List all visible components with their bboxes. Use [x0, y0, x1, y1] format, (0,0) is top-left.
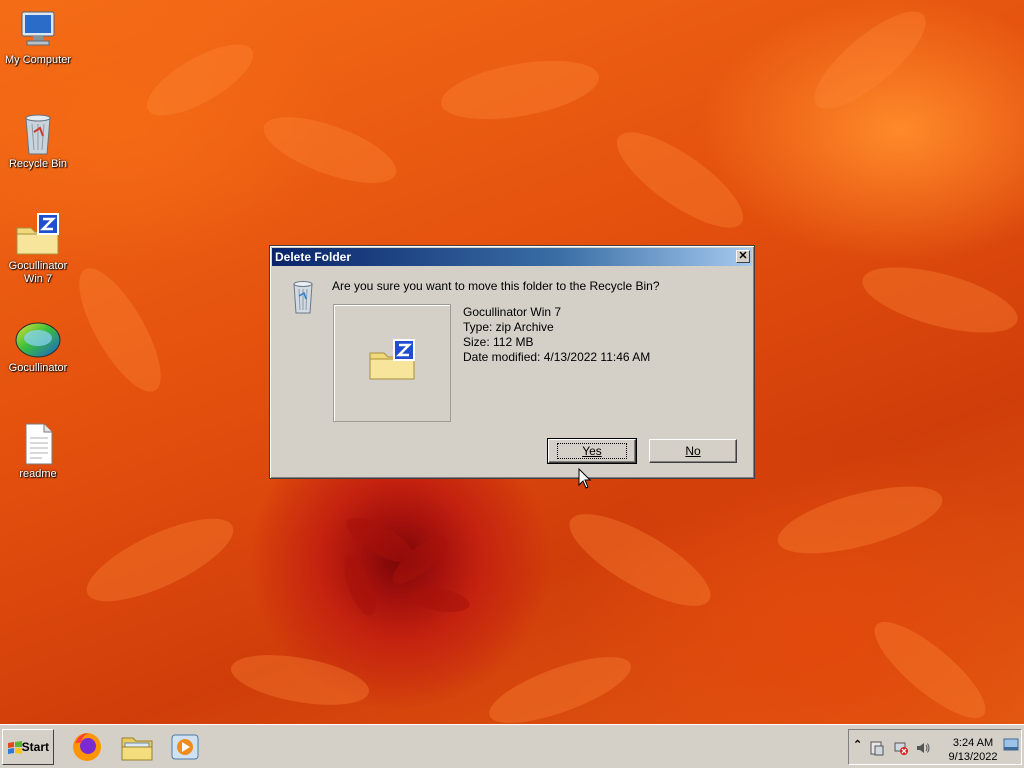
yes-button-label: Yes: [582, 444, 602, 458]
file-explorer-icon: [121, 737, 153, 761]
clock-date: 9/13/2022: [948, 751, 998, 763]
clock[interactable]: 3:24 AM 9/13/2022: [945, 736, 1001, 764]
close-button[interactable]: ✕: [736, 250, 750, 263]
file-type: Type: zip Archive: [463, 320, 554, 334]
recycle-bin-icon: [293, 281, 313, 314]
desktop-icon-my-computer[interactable]: My Computer: [0, 8, 76, 67]
file-info: Gocullinator Win 7 Type: zip Archive Siz…: [463, 305, 650, 365]
taskbar-file-explorer[interactable]: [120, 730, 154, 764]
mouse-cursor-icon: [578, 468, 592, 489]
desktop-icon-label: My Computer: [4, 54, 72, 66]
desktop-icon-label: readme: [19, 468, 57, 480]
file-preview-box: [333, 304, 451, 422]
show-desktop-icon[interactable]: [1003, 738, 1019, 752]
my-computer-icon: [21, 11, 55, 46]
zip-folder-icon: [16, 213, 59, 255]
volume-icon[interactable]: [915, 740, 931, 756]
taskbar: Start ⌃ 3:24 AM 9/13/2022: [0, 724, 1024, 768]
zip-folder-icon: [369, 339, 415, 380]
file-name: Gocullinator Win 7: [463, 305, 562, 319]
file-size: Size: 112 MB: [463, 335, 534, 349]
network-disconnected-icon[interactable]: [893, 740, 909, 756]
no-button[interactable]: No: [649, 439, 737, 463]
firefox-icon: [73, 733, 101, 761]
show-hidden-icons-button[interactable]: ⌃: [853, 738, 862, 751]
desktop-icon-gocullinator[interactable]: Gocullinator: [0, 318, 76, 375]
media-player-icon: [171, 734, 199, 760]
desktop-icon-readme[interactable]: readme: [0, 422, 76, 481]
desktop-icon-recycle-bin[interactable]: Recycle Bin: [0, 110, 76, 171]
dialog-title-bar[interactable]: Delete Folder ✕: [272, 248, 752, 266]
delete-folder-dialog: Delete Folder ✕ Are you sure you want to…: [269, 245, 755, 479]
taskbar-media-player[interactable]: [168, 730, 202, 764]
windows-flag-icon: [8, 741, 22, 754]
recycle-bin-icon: [25, 114, 51, 155]
close-icon: ✕: [738, 250, 748, 262]
text-document-icon: [25, 423, 53, 465]
desktop-icon-label: Recycle Bin: [8, 158, 68, 170]
system-tray: ⌃ 3:24 AM 9/13/2022: [848, 729, 1022, 765]
clock-time: 3:24 AM: [952, 737, 994, 749]
dialog-title: Delete Folder: [275, 250, 352, 264]
desktop-icon-label: Gocullinator Win 7: [8, 260, 68, 285]
gocullinator-app-icon: [15, 322, 61, 358]
confirmation-question: Are you sure you want to move this folde…: [332, 279, 660, 293]
file-date-modified: Date modified: 4/13/2022 11:46 AM: [463, 350, 651, 364]
desktop-icon-gocullinator-win7[interactable]: Gocullinator Win 7: [0, 212, 76, 286]
taskbar-firefox[interactable]: [70, 730, 104, 764]
start-button[interactable]: Start: [2, 729, 54, 765]
no-button-label: No: [685, 444, 701, 458]
start-label: Start: [21, 740, 49, 754]
action-center-icon[interactable]: [869, 740, 885, 756]
desktop-icon-label: Gocullinator: [8, 362, 68, 374]
yes-button[interactable]: Yes: [547, 438, 637, 464]
